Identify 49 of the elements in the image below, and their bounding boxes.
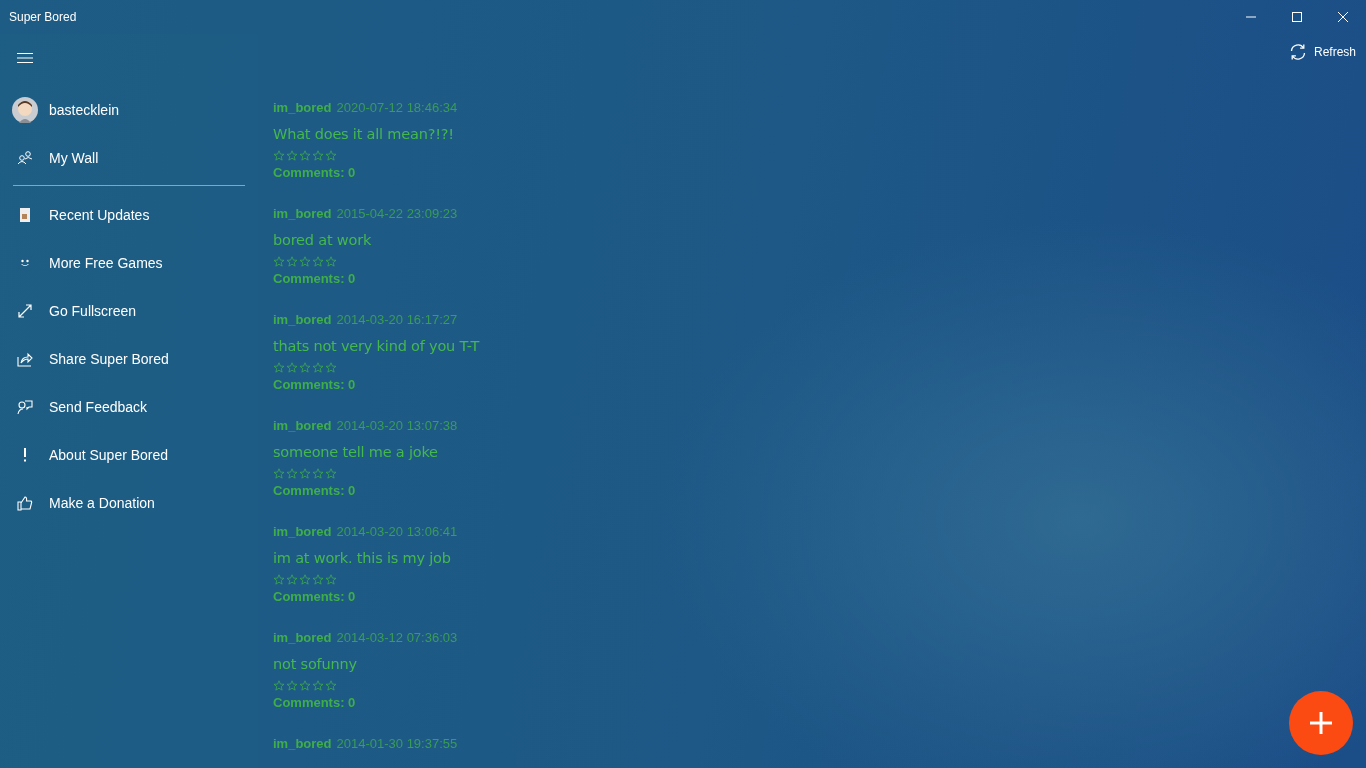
post-author: im_bored bbox=[273, 100, 332, 115]
post-time: 2014-03-20 13:06:41 bbox=[336, 524, 458, 539]
comments-count: Comments: 0 bbox=[273, 483, 356, 499]
menu-icon bbox=[17, 52, 33, 64]
nav-item[interactable]: Share Super Bored bbox=[0, 335, 258, 383]
post-author: im_bored bbox=[273, 630, 332, 645]
user-nav-item[interactable]: bastecklein bbox=[0, 86, 258, 134]
nav-item[interactable]: Recent Updates bbox=[0, 191, 258, 239]
nav-item[interactable]: Go Fullscreen bbox=[0, 287, 258, 335]
post-author: im_bored bbox=[273, 736, 332, 751]
refresh-button[interactable]: Refresh bbox=[1288, 43, 1356, 61]
nav-item[interactable]: Make a Donation bbox=[0, 479, 258, 527]
comments-count: Comments: 0 bbox=[273, 695, 356, 711]
nav-item[interactable]: More Free Games bbox=[0, 239, 258, 287]
people-icon bbox=[17, 150, 33, 166]
comments-count: Comments: 0 bbox=[273, 377, 356, 393]
app-box-icon bbox=[17, 207, 33, 223]
thumbs-up-icon bbox=[17, 495, 33, 511]
feedback-icon bbox=[17, 399, 33, 415]
post-time: 2014-03-12 07:36:03 bbox=[336, 630, 458, 645]
star-rating[interactable] bbox=[273, 150, 337, 161]
post-time: 2014-03-20 16:17:27 bbox=[336, 312, 458, 327]
maximize-icon bbox=[1291, 11, 1303, 23]
nav-item[interactable]: Send Feedback bbox=[0, 383, 258, 431]
window-title: Super Bored bbox=[8, 10, 77, 24]
star-rating[interactable] bbox=[273, 256, 337, 267]
star-rating[interactable] bbox=[273, 574, 337, 585]
post-time: 2014-03-20 13:07:38 bbox=[336, 418, 458, 433]
star-rating[interactable] bbox=[273, 680, 337, 691]
nav-item[interactable]: My Wall bbox=[0, 134, 258, 182]
share-icon bbox=[17, 351, 33, 367]
post-time: 2014-01-30 19:37:55 bbox=[336, 736, 458, 751]
expand-icon bbox=[17, 303, 33, 319]
post-time: 2020-07-12 18:46:34 bbox=[336, 100, 458, 115]
post-author: im_bored bbox=[273, 418, 332, 433]
plus-icon bbox=[1308, 710, 1334, 736]
nav-item[interactable]: About Super Bored bbox=[0, 431, 258, 479]
star-rating[interactable] bbox=[273, 468, 337, 479]
avatar-icon bbox=[12, 97, 38, 123]
comments-count: Comments: 0 bbox=[273, 271, 356, 287]
post-author: im_bored bbox=[273, 524, 332, 539]
star-rating[interactable] bbox=[273, 362, 337, 373]
post-author: im_bored bbox=[273, 312, 332, 327]
close-icon bbox=[1337, 11, 1349, 23]
comments-count: Comments: 0 bbox=[273, 589, 356, 605]
refresh-icon bbox=[1288, 43, 1307, 61]
post-author: im_bored bbox=[273, 206, 332, 221]
post-time: 2015-04-22 23:09:23 bbox=[336, 206, 458, 221]
comments-count: Comments: 0 bbox=[273, 165, 356, 181]
